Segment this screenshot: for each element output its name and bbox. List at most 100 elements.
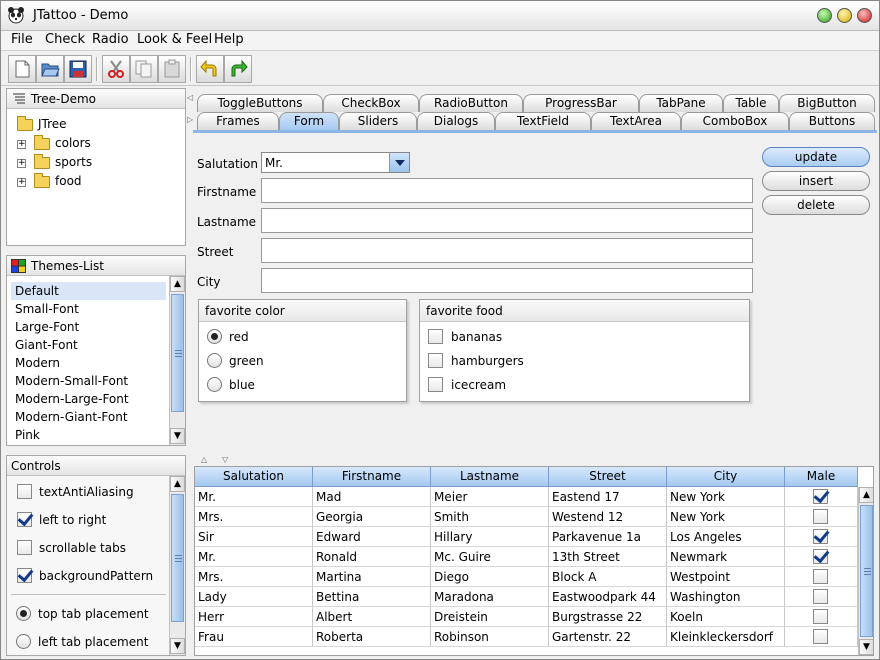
table-cell[interactable]: Mc. Guire bbox=[431, 547, 549, 567]
table-cell[interactable]: Mr. bbox=[195, 547, 313, 567]
male-checkbox[interactable] bbox=[813, 569, 828, 584]
radio-blue[interactable] bbox=[207, 377, 222, 392]
scroll-up-icon[interactable]: ▲ bbox=[170, 276, 185, 292]
controls-scrollbar[interactable]: ▲ ▼ bbox=[169, 476, 185, 655]
delete-button[interactable]: delete bbox=[762, 195, 870, 215]
minimize-button[interactable] bbox=[817, 8, 832, 23]
table-cell[interactable]: Mr. bbox=[195, 487, 313, 507]
table-cell[interactable]: Diego bbox=[431, 567, 549, 587]
table-cell[interactable]: Washington bbox=[667, 587, 785, 607]
menu-check[interactable]: Check bbox=[43, 32, 87, 47]
table-cell[interactable]: Los Angeles bbox=[667, 527, 785, 547]
table-cell[interactable]: Eastend 17 bbox=[549, 487, 667, 507]
table-cell-male[interactable] bbox=[785, 527, 858, 547]
radio-red[interactable] bbox=[207, 329, 222, 344]
undo-button[interactable] bbox=[196, 55, 224, 83]
table-cell[interactable]: Block A bbox=[549, 567, 667, 587]
scroll-thumb[interactable] bbox=[171, 294, 184, 412]
update-button[interactable]: update bbox=[762, 147, 870, 167]
tab-progressbar[interactable]: ProgressBar bbox=[523, 94, 639, 112]
scroll-down-icon[interactable]: ▼ bbox=[859, 639, 873, 655]
tab-togglebuttons[interactable]: ToggleButtons bbox=[197, 94, 323, 112]
table-cell[interactable]: Burgstrasse 22 bbox=[549, 607, 667, 627]
table-cell[interactable]: Westpoint bbox=[667, 567, 785, 587]
male-checkbox[interactable] bbox=[813, 549, 828, 564]
male-checkbox[interactable] bbox=[813, 609, 828, 624]
tab-combobox[interactable]: ComboBox bbox=[681, 112, 789, 130]
paste-button[interactable] bbox=[158, 55, 186, 83]
table-cell[interactable]: Hillary bbox=[431, 527, 549, 547]
scroll-up-icon[interactable]: ▲ bbox=[859, 487, 873, 503]
table-cell[interactable]: Ronald bbox=[313, 547, 431, 567]
table-cell[interactable]: Smith bbox=[431, 507, 549, 527]
table-cell[interactable]: Herr bbox=[195, 607, 313, 627]
chevron-down-icon[interactable] bbox=[389, 153, 409, 172]
table-cell[interactable]: 13th Street bbox=[549, 547, 667, 567]
table-cell[interactable]: Georgia bbox=[313, 507, 431, 527]
tab-table[interactable]: Table bbox=[723, 94, 779, 112]
male-checkbox[interactable] bbox=[813, 509, 828, 524]
tree-node-colors[interactable]: colors bbox=[34, 134, 91, 150]
table-cell-male[interactable] bbox=[785, 547, 858, 567]
tab-textarea[interactable]: TextArea bbox=[591, 112, 681, 130]
scroll-thumb[interactable] bbox=[171, 494, 184, 622]
theme-item[interactable]: Small-Font bbox=[11, 300, 166, 318]
redo-button[interactable] bbox=[224, 55, 252, 83]
table-cell[interactable]: Sir bbox=[195, 527, 313, 547]
insert-button[interactable]: insert bbox=[762, 171, 870, 191]
table-cell[interactable]: Parkavenue 1a bbox=[549, 527, 667, 547]
table-cell[interactable]: Lady bbox=[195, 587, 313, 607]
theme-item[interactable]: Large-Font bbox=[11, 318, 166, 336]
theme-item-default[interactable]: Default bbox=[11, 282, 166, 300]
tree-node-sports[interactable]: sports bbox=[34, 153, 92, 169]
table-cell[interactable]: Robinson bbox=[431, 627, 549, 647]
title-bar[interactable]: JTattoo - Demo bbox=[1, 1, 879, 31]
table-cell-male[interactable] bbox=[785, 507, 858, 527]
theme-item[interactable]: Pink bbox=[11, 426, 166, 444]
table-cell-male[interactable] bbox=[785, 607, 858, 627]
checkbox-left-to-right[interactable] bbox=[17, 512, 32, 527]
tab-frames[interactable]: Frames bbox=[197, 112, 279, 130]
tab-buttons[interactable]: Buttons bbox=[789, 112, 875, 130]
table-cell[interactable]: Koeln bbox=[667, 607, 785, 627]
table-cell[interactable]: Frau bbox=[195, 627, 313, 647]
male-checkbox[interactable] bbox=[813, 589, 828, 604]
table-cell-male[interactable] bbox=[785, 567, 858, 587]
menu-help[interactable]: Help bbox=[212, 32, 246, 47]
table-cell[interactable]: Meier bbox=[431, 487, 549, 507]
checkbox-background-pattern[interactable] bbox=[17, 568, 32, 583]
expand-icon[interactable]: + bbox=[17, 159, 26, 168]
table-scrollbar[interactable]: ▲ ▼ bbox=[858, 487, 873, 655]
radio-green[interactable] bbox=[207, 353, 222, 368]
table-header-cell[interactable]: Street bbox=[549, 467, 667, 487]
checkbox-scrollable-tabs[interactable] bbox=[17, 540, 32, 555]
tab-sliders[interactable]: Sliders bbox=[339, 112, 417, 130]
menu-radio[interactable]: Radio bbox=[90, 32, 131, 47]
table-cell[interactable]: Dreistein bbox=[431, 607, 549, 627]
lastname-field[interactable] bbox=[261, 208, 753, 233]
firstname-field[interactable] bbox=[261, 178, 753, 203]
table-cell[interactable]: Maradona bbox=[431, 587, 549, 607]
close-button[interactable] bbox=[857, 8, 872, 23]
checkbox-bananas[interactable] bbox=[428, 329, 443, 344]
split-down-arrow-icon[interactable]: ▽ bbox=[222, 455, 228, 464]
theme-item[interactable]: Modern-Giant-Font bbox=[11, 408, 166, 426]
scroll-thumb[interactable] bbox=[860, 505, 873, 637]
theme-item[interactable]: Modern-Large-Font bbox=[11, 390, 166, 408]
tab-form[interactable]: Form bbox=[279, 112, 339, 130]
open-button[interactable] bbox=[36, 55, 64, 83]
table-cell[interactable]: Martina bbox=[313, 567, 431, 587]
themes-scrollbar[interactable]: ▲ ▼ bbox=[169, 276, 185, 445]
table-cell-male[interactable] bbox=[785, 487, 858, 507]
split-up-arrow-icon[interactable]: △ bbox=[201, 455, 207, 464]
table-cell[interactable]: Edward bbox=[313, 527, 431, 547]
theme-item[interactable]: Giant-Font bbox=[11, 336, 166, 354]
table-cell[interactable]: New York bbox=[667, 507, 785, 527]
scroll-up-icon[interactable]: ▲ bbox=[170, 476, 185, 492]
checkbox-hamburgers[interactable] bbox=[428, 353, 443, 368]
male-checkbox[interactable] bbox=[813, 529, 828, 544]
cut-button[interactable] bbox=[102, 55, 130, 83]
tab-dialogs[interactable]: Dialogs bbox=[417, 112, 495, 130]
table-cell[interactable]: Westend 12 bbox=[549, 507, 667, 527]
table-cell[interactable]: Mad bbox=[313, 487, 431, 507]
